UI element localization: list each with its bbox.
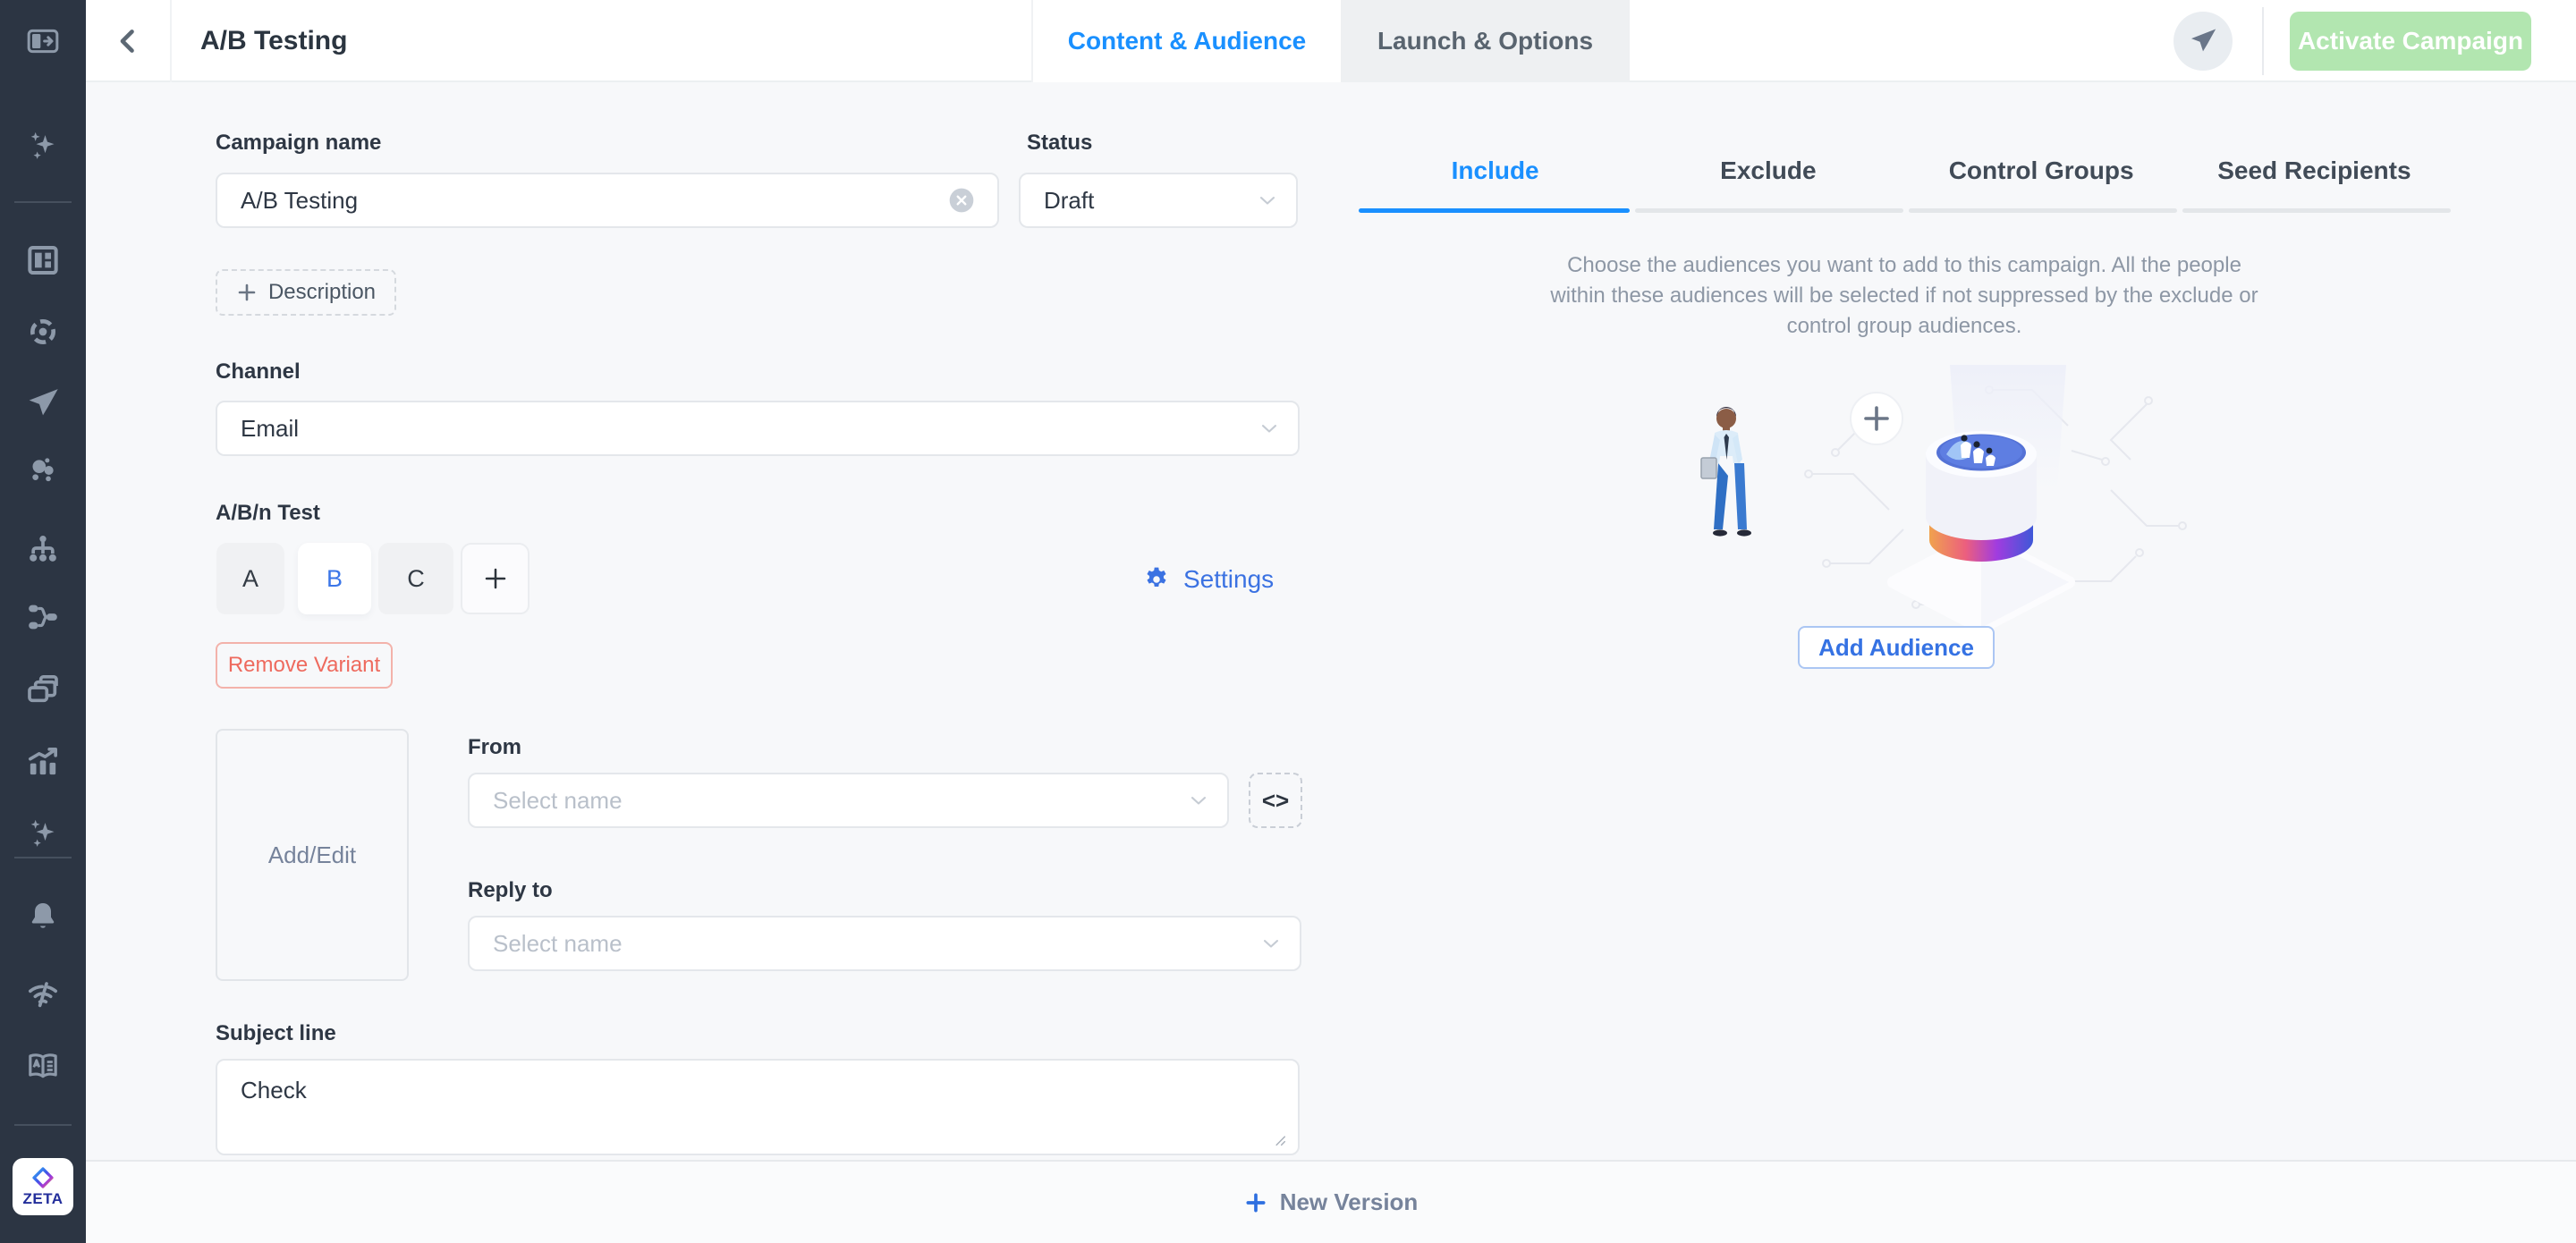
tab-exclude[interactable]: Exclude: [1631, 143, 1904, 199]
audience-stack-illustration: [1894, 431, 2069, 628]
audience-description: Choose the audiences you want to add to …: [1550, 250, 2258, 342]
audience-illustration: [1646, 365, 2200, 633]
sitemap-icon[interactable]: [23, 530, 63, 570]
sidebar-divider: [14, 201, 72, 203]
abn-settings-link[interactable]: Settings: [1142, 562, 1274, 597]
new-version-button[interactable]: New Version: [1244, 1188, 1419, 1216]
tab-seed-recipients[interactable]: Seed Recipients: [2178, 143, 2451, 199]
chevron-down-icon: [1255, 188, 1280, 213]
sparkles-icon[interactable]: [23, 813, 63, 852]
zeta-logo-text: ZETA: [22, 1190, 63, 1208]
activate-campaign-button[interactable]: Activate Campaign: [2290, 12, 2531, 71]
add-edit-creative-button[interactable]: Add/Edit: [216, 729, 409, 981]
gear-icon: [1142, 565, 1171, 594]
plus-icon: [482, 565, 509, 592]
chevron-left-icon: [114, 26, 144, 56]
plus-icon: [1244, 1191, 1267, 1214]
from-select[interactable]: Select name: [468, 773, 1229, 828]
chart-growth-icon[interactable]: [23, 742, 63, 782]
variant-tab-a[interactable]: A: [216, 543, 284, 614]
topbar-divider: [170, 0, 172, 82]
status-value: Draft: [1044, 187, 1094, 215]
tab-content-audience[interactable]: Content & Audience: [1031, 0, 1341, 82]
tab-control-groups[interactable]: Control Groups: [1905, 143, 2178, 199]
from-label: From: [468, 735, 521, 760]
subject-line-input[interactable]: Check: [216, 1059, 1300, 1155]
signal-icon[interactable]: [23, 975, 63, 1014]
back-button[interactable]: [109, 21, 148, 61]
plus-icon: [236, 282, 258, 303]
channel-label: Channel: [216, 359, 301, 385]
variant-tab-b[interactable]: B: [298, 543, 371, 614]
add-description-label: Description: [268, 280, 376, 305]
status-select[interactable]: Draft: [1019, 173, 1298, 228]
panel-collapse-icon[interactable]: [23, 21, 63, 61]
reply-to-select[interactable]: Select name: [468, 916, 1301, 971]
people-cluster-icon[interactable]: [23, 450, 63, 489]
flow-icon[interactable]: [23, 597, 63, 637]
tab-underline: [2182, 208, 2451, 213]
target-icon[interactable]: [23, 312, 63, 351]
channel-select[interactable]: Email: [216, 401, 1300, 456]
plus-bubble: [1851, 393, 1902, 444]
tab-launch-options[interactable]: Launch & Options: [1341, 0, 1630, 82]
chevron-down-icon: [1186, 788, 1211, 813]
dashboard-icon[interactable]: [23, 241, 63, 280]
clear-icon[interactable]: [947, 186, 976, 215]
campaign-editor: ZETA A/B Testing Content & Audience Laun…: [0, 0, 2576, 1243]
campaign-name-label: Campaign name: [216, 131, 381, 156]
topbar-divider: [2262, 7, 2264, 75]
remove-variant-button[interactable]: Remove Variant: [216, 642, 393, 689]
tab-active-underline: [1359, 208, 1630, 213]
add-audience-button[interactable]: Add Audience: [1798, 626, 1995, 669]
new-version-label: New Version: [1280, 1188, 1419, 1216]
variant-tab-c[interactable]: C: [378, 543, 453, 614]
code-view-button[interactable]: <>: [1249, 773, 1302, 828]
status-label: Status: [1027, 131, 1092, 156]
top-bar: A/B Testing Content & Audience Launch & …: [86, 0, 2576, 82]
content-footer: New Version: [86, 1160, 2576, 1243]
add-variant-tab[interactable]: [461, 543, 530, 614]
paper-plane-icon: [2188, 26, 2218, 56]
channel-value: Email: [241, 415, 299, 443]
bell-icon[interactable]: [23, 897, 63, 936]
from-placeholder: Select name: [493, 787, 623, 815]
tab-underline: [1635, 208, 1903, 213]
sidebar: ZETA: [0, 0, 86, 1243]
add-description-button[interactable]: Description: [216, 269, 396, 316]
abn-test-label: A/B/n Test: [216, 501, 320, 526]
campaign-name-input[interactable]: [241, 187, 974, 215]
reply-to-placeholder: Select name: [493, 930, 623, 958]
knowledge-book-icon[interactable]: [23, 1046, 63, 1086]
cards-stack-icon[interactable]: [23, 670, 63, 709]
audience-tabs: Include Exclude Control Groups Seed Reci…: [1359, 143, 2451, 199]
settings-label: Settings: [1183, 565, 1274, 594]
subject-line-label: Subject line: [216, 1021, 336, 1046]
sparkles-icon[interactable]: [23, 125, 63, 165]
send-test-button[interactable]: [2174, 12, 2233, 71]
tab-include[interactable]: Include: [1359, 143, 1631, 199]
paper-plane-icon[interactable]: [23, 384, 63, 423]
campaign-name-field: [216, 173, 999, 228]
chevron-down-icon: [1258, 931, 1284, 956]
tab-underline: [1909, 208, 2177, 213]
zeta-logo[interactable]: ZETA: [13, 1158, 73, 1215]
page-title: A/B Testing: [200, 0, 347, 82]
zeta-diamond-icon: [31, 1166, 55, 1189]
person-illustration: [1701, 407, 1751, 537]
sidebar-divider: [14, 857, 72, 858]
sidebar-divider: [14, 1124, 72, 1126]
reply-to-label: Reply to: [468, 878, 553, 903]
chevron-down-icon: [1257, 416, 1282, 441]
